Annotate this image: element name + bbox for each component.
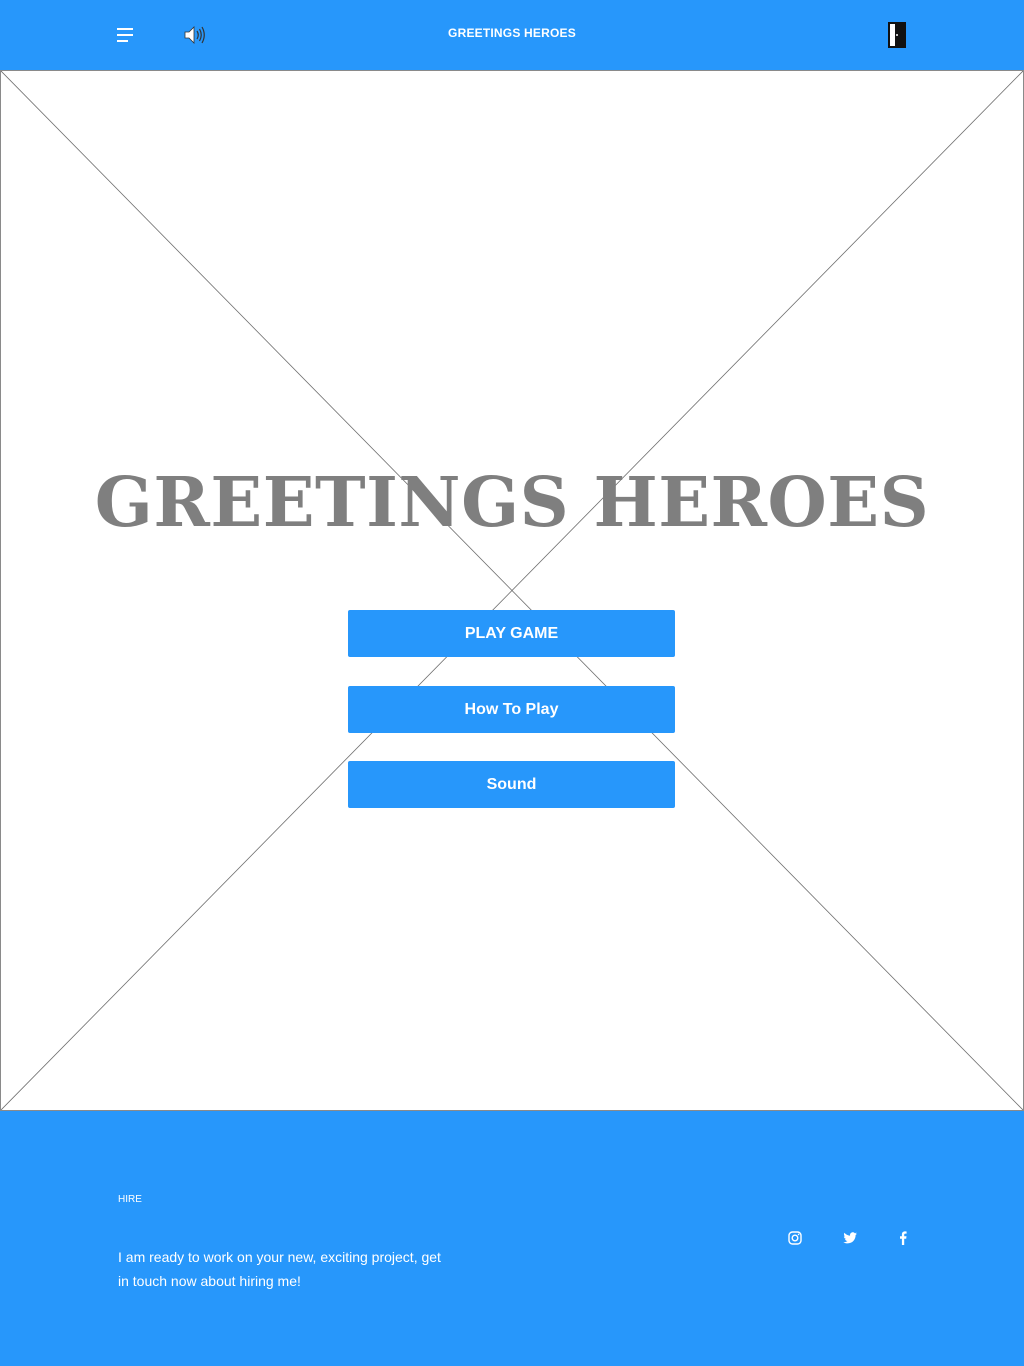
facebook-icon[interactable]: [895, 1230, 911, 1246]
play-game-button[interactable]: PLAY GAME: [348, 610, 675, 657]
footer-text: I am ready to work on your new, exciting…: [118, 1249, 441, 1289]
twitter-icon[interactable]: [842, 1230, 858, 1246]
footer: HIRE I am ready to work on your new, exc…: [0, 1111, 1024, 1366]
hero-title: GREETINGS HEROES: [94, 463, 930, 543]
header-title: GREETINGS HEROES: [448, 26, 576, 40]
instagram-icon[interactable]: [787, 1230, 803, 1246]
hero-image-placeholder: GREETINGS HEROES PLAY GAME How To Play S…: [0, 70, 1024, 1111]
how-to-play-button[interactable]: How To Play: [348, 686, 675, 733]
footer-heading: HIRE: [118, 1194, 142, 1205]
top-bar: GREETINGS HEROES: [0, 0, 1024, 70]
exit-door-icon[interactable]: [886, 21, 908, 49]
placeholder-cross: [1, 71, 1023, 1110]
sound-button[interactable]: Sound: [348, 761, 675, 808]
